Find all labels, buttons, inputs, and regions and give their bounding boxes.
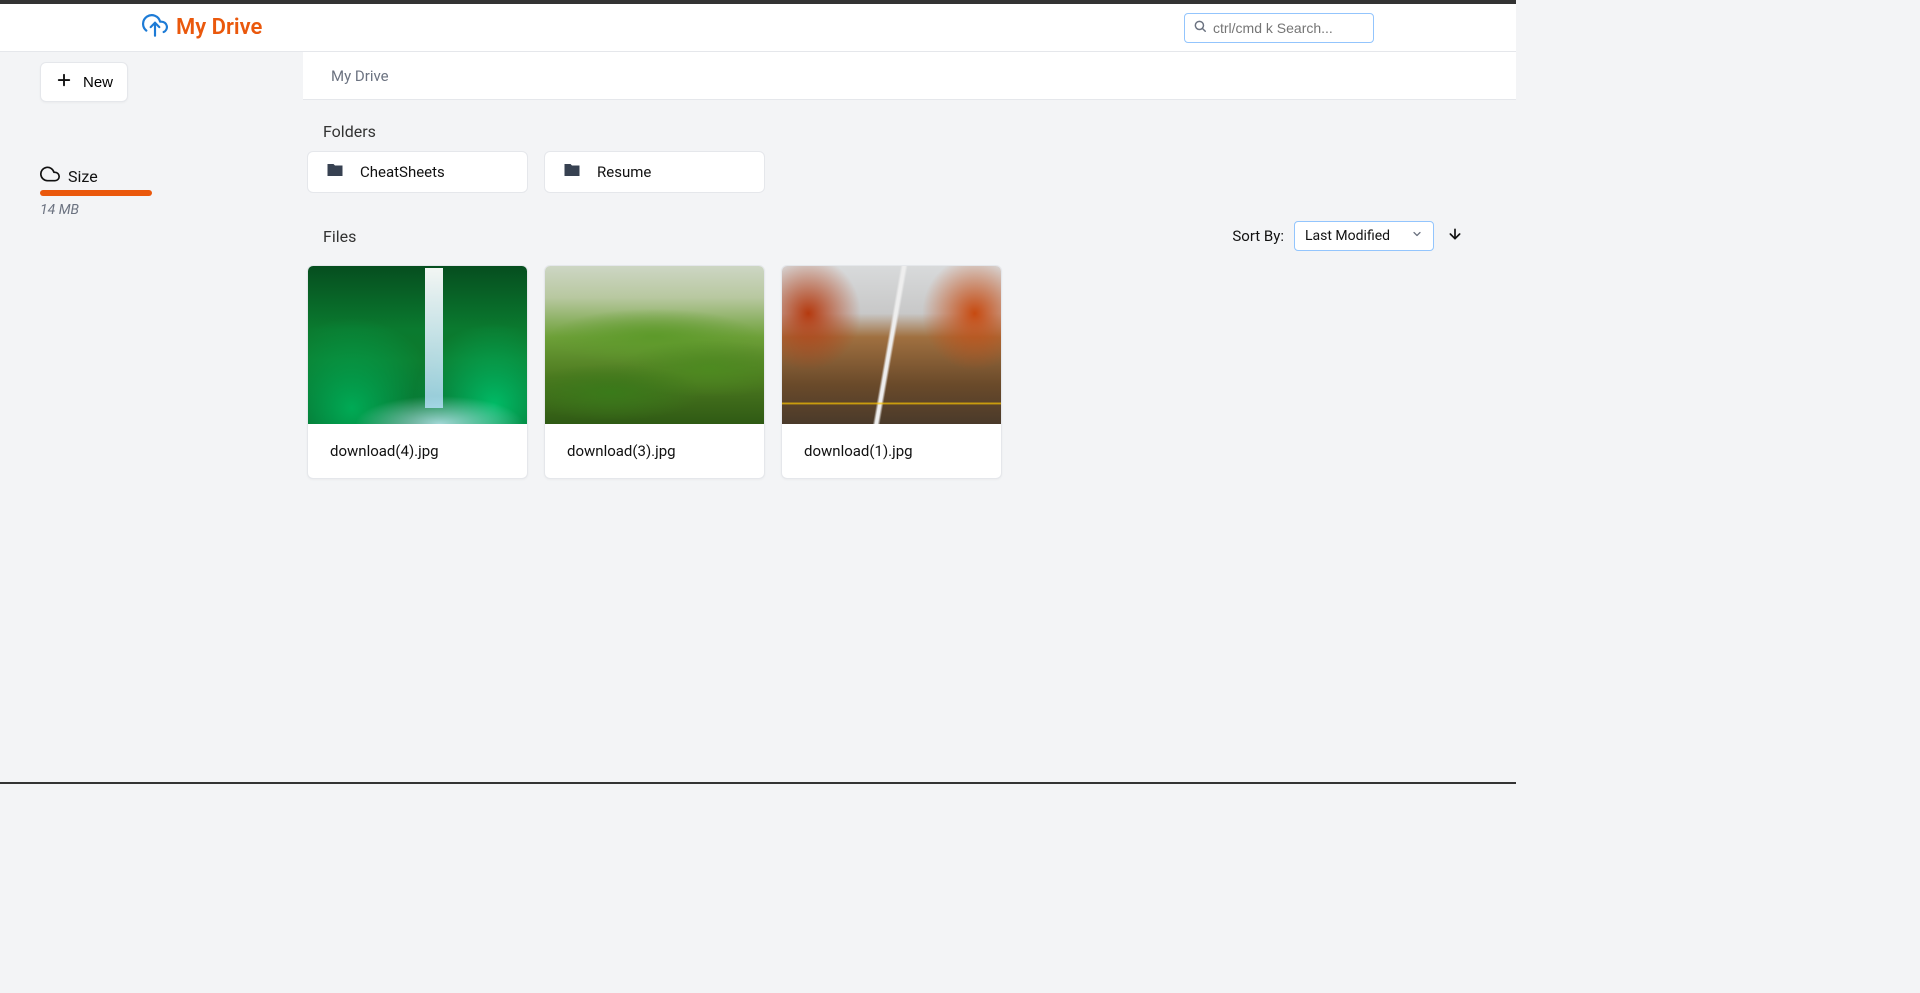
chevron-down-icon <box>1411 228 1423 244</box>
file-card[interactable]: download(3).jpg <box>544 265 765 479</box>
folder-label: Resume <box>597 163 651 181</box>
brand[interactable]: My Drive <box>142 13 262 43</box>
layout: New Size 14 MB My Drive Folders <box>0 52 1516 782</box>
storage-block: Size 14 MB <box>40 164 263 218</box>
search-input[interactable] <box>1213 20 1365 36</box>
cloud-upload-icon <box>142 13 168 43</box>
cloud-icon <box>40 164 60 188</box>
folder-icon <box>326 161 344 183</box>
sort-direction-button[interactable] <box>1444 225 1466 247</box>
new-button[interactable]: New <box>40 62 128 102</box>
plus-icon <box>55 71 73 93</box>
file-name: download(4).jpg <box>308 424 527 478</box>
file-thumbnail <box>782 266 1001 424</box>
app-header: My Drive <box>0 4 1516 52</box>
search-icon <box>1193 18 1207 37</box>
file-thumbnail <box>545 266 764 424</box>
folder-resume[interactable]: Resume <box>544 151 765 193</box>
files-grid: download(4).jpg download(3).jpg download… <box>307 265 1516 479</box>
folders-grid: CheatSheets Resume <box>307 151 1516 193</box>
file-name: download(3).jpg <box>545 424 764 478</box>
sidebar: New Size 14 MB <box>0 52 303 782</box>
sort-label: Sort By: <box>1232 227 1284 245</box>
file-card[interactable]: download(1).jpg <box>781 265 1002 479</box>
folder-cheatsheets[interactable]: CheatSheets <box>307 151 528 193</box>
files-section-title: Files <box>323 227 356 246</box>
breadcrumb-path: My Drive <box>331 67 389 85</box>
brand-title: My Drive <box>176 15 262 40</box>
file-card[interactable]: download(4).jpg <box>307 265 528 479</box>
breadcrumb[interactable]: My Drive <box>303 52 1516 100</box>
storage-used: 14 MB <box>40 202 263 218</box>
storage-progress <box>40 190 152 196</box>
arrow-down-icon <box>1447 226 1463 246</box>
search-wrap <box>1184 13 1374 43</box>
sort-select[interactable]: Last Modified <box>1294 221 1434 251</box>
storage-label: Size <box>68 167 98 186</box>
new-button-label: New <box>83 74 113 91</box>
files-header: Files Sort By: Last Modified <box>303 221 1516 251</box>
file-thumbnail <box>308 266 527 424</box>
search-box[interactable] <box>1184 13 1374 43</box>
folders-section-title: Folders <box>323 122 1516 141</box>
sort-controls: Sort By: Last Modified <box>1232 221 1466 251</box>
file-name: download(1).jpg <box>782 424 1001 478</box>
folder-icon <box>563 161 581 183</box>
folder-label: CheatSheets <box>360 163 445 181</box>
sort-selected: Last Modified <box>1305 228 1390 244</box>
main: My Drive Folders CheatSheets Resume File… <box>303 52 1516 782</box>
